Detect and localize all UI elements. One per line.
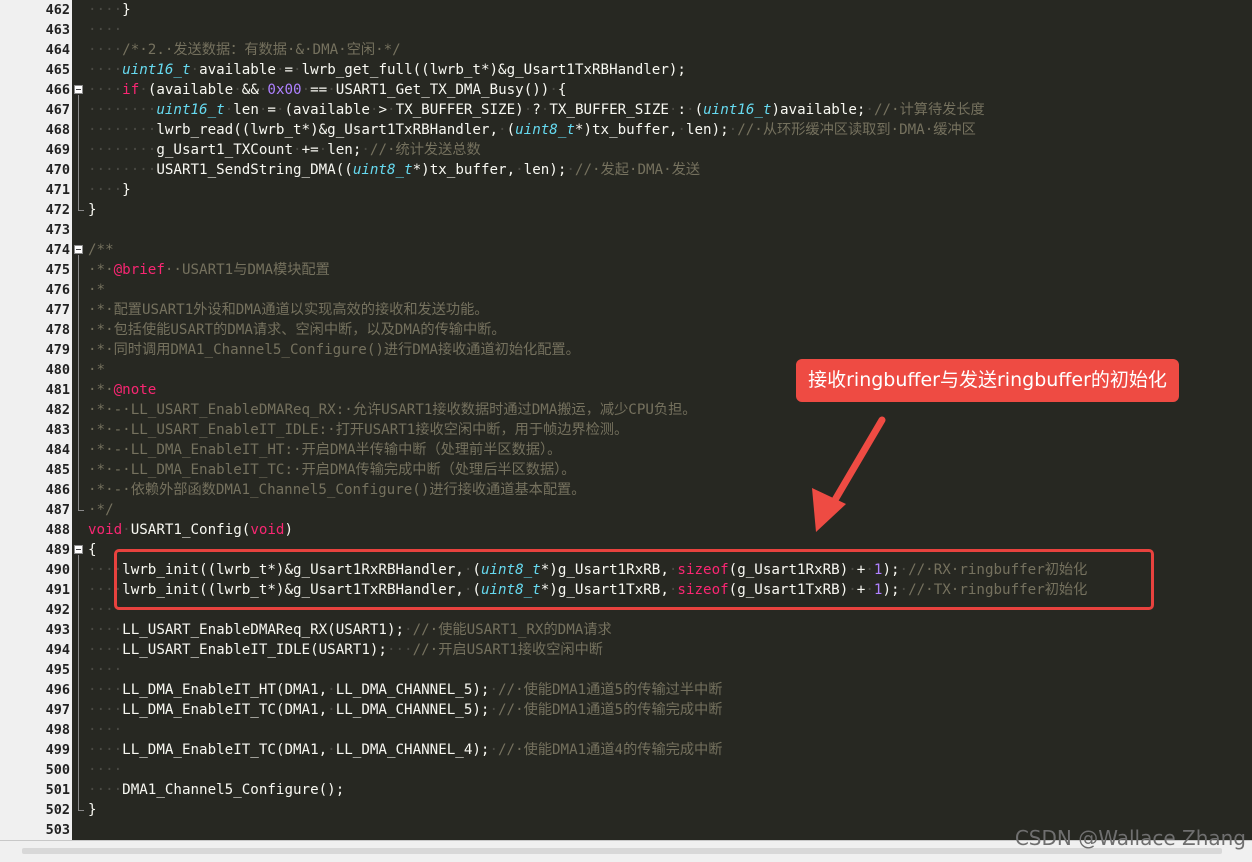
annotation-callout: 接收ringbuffer与发送ringbuffer的初始化 [796,359,1179,402]
watermark: CSDN @Wallace Zhang [1014,826,1246,850]
arrow-icon [812,416,886,532]
